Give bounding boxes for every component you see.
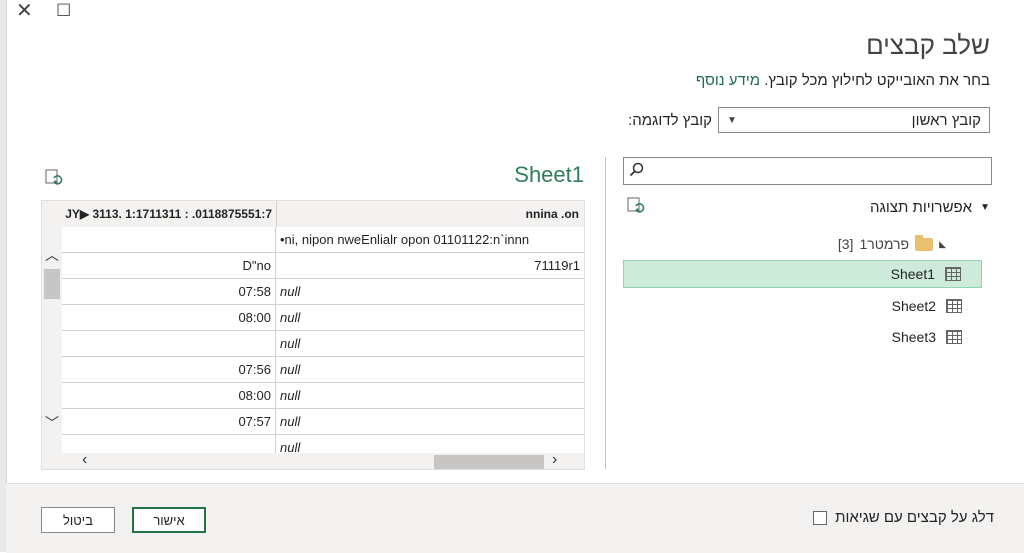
search-icon: [629, 162, 644, 181]
table-row: 07:56 null: [62, 357, 584, 383]
left-window-edge: [0, 0, 7, 552]
table-cell: D"no: [62, 253, 276, 278]
skip-errors-option[interactable]: דלג על קבצים עם שגיאות: [813, 509, 994, 526]
table-cell: [62, 331, 276, 356]
display-options-label: אפשרויות תצוגה: [870, 199, 973, 216]
scroll-thumb[interactable]: [434, 455, 544, 469]
table-row: 08:00 null: [62, 383, 584, 409]
scroll-thumb[interactable]: [44, 269, 60, 299]
panel-divider: [605, 157, 606, 469]
table-row: null: [62, 331, 584, 357]
skip-errors-checkbox[interactable]: [813, 510, 828, 525]
table-cell: null: [280, 388, 301, 403]
table-row: 08:00 null: [62, 305, 584, 331]
folder-name: פרמטר1: [859, 236, 910, 252]
chevron-down-icon[interactable]: ﹀: [45, 413, 59, 433]
search-input[interactable]: [623, 157, 992, 185]
sample-file-label: קובץ לדוגמה:: [628, 111, 712, 129]
table-cell: null: [280, 284, 301, 299]
ok-button[interactable]: אישור: [132, 507, 206, 533]
table-cell: null: [280, 414, 301, 429]
chevron-right-icon[interactable]: ›: [552, 451, 557, 469]
preview-refresh-icon[interactable]: [44, 168, 64, 193]
maximize-icon[interactable]: ☐: [56, 1, 71, 21]
table-row: null: [62, 435, 584, 453]
chevron-up-icon[interactable]: ︿: [45, 245, 59, 265]
more-info-link[interactable]: מידע נוסף: [696, 72, 760, 89]
chevron-left-icon[interactable]: ‹: [82, 451, 87, 469]
tree-item-sheet2[interactable]: Sheet2: [623, 292, 982, 320]
chevron-down-icon: ▼: [727, 114, 737, 126]
folder-icon: [915, 234, 934, 251]
folder-count: [3]: [837, 236, 854, 252]
table-cell: null: [280, 336, 301, 351]
table-body: •ni, nipon nweEnlialr opon 01101122:n`in…: [62, 227, 584, 453]
table-row: •ni, nipon nweEnlialr opon 01101122:n`in…: [62, 227, 584, 253]
table-cell: 07:58: [62, 279, 276, 304]
table-header: JY▶ 3113. 1:1711311 : .0118875551:7 nnin…: [42, 201, 584, 228]
caret-down-icon: ▼: [980, 202, 990, 213]
table-cell: 08:00: [62, 383, 276, 408]
tree-item-sheet1[interactable]: Sheet1: [623, 260, 982, 288]
table-cell: 08:00: [62, 305, 276, 330]
close-icon[interactable]: ✕: [16, 1, 33, 21]
tree-item-sheet3[interactable]: Sheet3: [623, 323, 982, 351]
cancel-button[interactable]: ביטול: [41, 507, 115, 533]
table-icon: [945, 267, 961, 281]
sample-file-dropdown[interactable]: קובץ ראשון ▼: [718, 107, 990, 133]
table-cell: null: [280, 362, 301, 377]
tree-item-label: Sheet2: [891, 298, 936, 314]
dialog-subtitle: בחר את האובייקט לחילוץ מכל קובץ. מידע נו…: [696, 72, 990, 89]
table-cell: 07:57: [62, 409, 276, 434]
table-icon: [946, 299, 962, 313]
skip-errors-label: דלג על קבצים עם שגיאות: [835, 509, 994, 526]
table-cell: 07:56: [62, 357, 276, 382]
tree-item-label: Sheet1: [890, 266, 935, 282]
column-header-2[interactable]: JY▶ 3113. 1:1711311 : .0118875551:7: [42, 201, 277, 227]
table-cell: 71119r1: [534, 258, 580, 273]
table-cell: null: [280, 310, 301, 325]
column-header-1[interactable]: nnina .on: [277, 201, 584, 227]
preview-title: Sheet1: [514, 162, 584, 187]
expand-triangle-icon[interactable]: ◣: [939, 239, 946, 250]
table-cell: null: [280, 440, 301, 453]
table-icon: [946, 330, 962, 344]
refresh-icon[interactable]: [626, 196, 646, 221]
table-cell: [62, 435, 276, 453]
table-row: 07:57 null: [62, 409, 584, 435]
table-cell: •ni, nipon nweEnlialr opon 01101122:n`in…: [280, 232, 530, 247]
subtitle-text: בחר את האובייקט לחילוץ מכל קובץ.: [764, 72, 990, 89]
sample-file-value: קובץ ראשון: [911, 111, 981, 129]
table-row: 07:58 null: [62, 279, 584, 305]
display-options[interactable]: אפשרויות תצוגה ▼: [870, 199, 990, 216]
horizontal-scrollbar[interactable]: ‹ ›: [62, 451, 584, 469]
vertical-scrollbar[interactable]: ︿ ﹀: [42, 227, 62, 453]
sample-file-row: קובץ לדוגמה: קובץ ראשון ▼: [628, 107, 990, 133]
dialog-title: שלב קבצים: [866, 30, 990, 60]
preview-table: JY▶ 3113. 1:1711311 : .0118875551:7 nnin…: [41, 200, 585, 470]
tree-item-label: Sheet3: [891, 329, 936, 345]
table-cell: [62, 227, 276, 252]
tree-folder[interactable]: ◣ פרמטר1 [3]: [837, 234, 946, 252]
table-row: D"no 71119r1: [62, 253, 584, 279]
